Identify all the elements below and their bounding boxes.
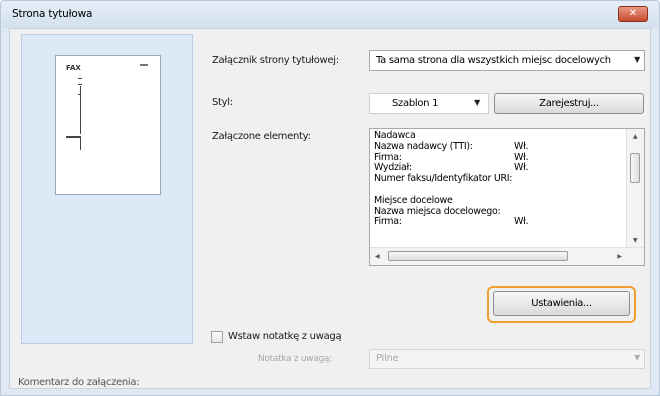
preview-text-line <box>78 94 81 95</box>
list-item-label: Firma: <box>374 216 402 228</box>
attached-items-list[interactable]: Nadawca Nazwa nadawcy (TTI): Wł. Firma: Wł. W… <box>369 128 645 266</box>
note-label: Notatka z uwagą: <box>258 354 332 364</box>
preview-text-line <box>78 78 82 79</box>
preview-text-line <box>80 136 81 150</box>
scroll-up-icon[interactable]: ▲ <box>633 133 638 140</box>
title-bar: Strona tytułowa ✕ <box>2 2 658 28</box>
register-button[interactable]: Zarejestruj... <box>494 93 644 114</box>
window-title: Strona tytułowa <box>12 8 93 20</box>
attach-label: Załącznik strony tytułowej: <box>212 55 339 66</box>
preview-text-line <box>80 100 81 134</box>
list-item-label: Numer faksu/Identyfikator URI: <box>374 173 513 185</box>
vertical-scrollbar[interactable]: ▲ ▼ <box>626 129 644 248</box>
chevron-down-icon: ▼ <box>634 55 640 64</box>
list-item-label: Firma: <box>374 151 402 163</box>
list-item-label: Nazwa miejsca docelowego: <box>374 205 501 217</box>
chevron-down-icon: ▼ <box>634 353 640 362</box>
preview-fax-heading: FAX <box>66 64 81 72</box>
close-button[interactable]: ✕ <box>618 6 648 22</box>
horizontal-scroll-thumb[interactable] <box>388 251 568 261</box>
note-checkbox-label: Wstaw notatkę z uwagą <box>228 331 342 342</box>
attached-items-label: Załączone elementy: <box>212 131 311 142</box>
list-item-value: Wł. <box>514 140 529 152</box>
list-item: Nazwa nadawcy (TTI): Wł. <box>374 140 622 153</box>
chevron-down-icon: ▼ <box>474 98 480 107</box>
list-item-label: Miejsce docelowe <box>374 194 453 206</box>
list-item-label: Nadawca <box>374 130 416 141</box>
preview-date-line <box>140 64 148 66</box>
style-select[interactable]: Szablon 1 ▼ <box>369 93 489 114</box>
preview-page-thumbnail: FAX <box>55 55 161 195</box>
comment-label: Komentarz do załączenia: <box>18 377 140 388</box>
list-item: Nazwa miejsca docelowego: <box>374 205 622 218</box>
note-checkbox[interactable] <box>211 331 223 343</box>
list-item-value: Wł. <box>514 162 529 174</box>
settings-button[interactable]: Ustawienia... <box>493 291 630 316</box>
cover-page-preview: FAX <box>21 34 193 344</box>
preview-text-line <box>78 84 82 85</box>
vertical-scroll-thumb[interactable] <box>630 153 640 183</box>
style-select-value: Szablon 1 <box>392 98 439 109</box>
list-item: Firma: Wł. <box>374 216 622 228</box>
scroll-down-icon[interactable]: ▼ <box>633 237 638 244</box>
scroll-left-icon[interactable]: ◀ <box>375 253 380 260</box>
horizontal-scrollbar[interactable]: ◀ ▶ <box>370 247 644 265</box>
scroll-right-icon[interactable]: ▶ <box>617 253 622 260</box>
note-select-value: Pilne <box>376 353 399 364</box>
preview-text-line <box>66 136 81 138</box>
close-icon: ✕ <box>628 8 638 19</box>
attached-items-content: Nadawca Nazwa nadawcy (TTI): Wł. Firma: Wł. W… <box>374 130 622 228</box>
style-label: Styl: <box>212 97 233 108</box>
list-item: Numer faksu/Identyfikator URI: <box>374 173 622 185</box>
list-item-value: Wł. <box>514 216 529 228</box>
attach-select[interactable]: Ta sama strona dla wszystkich miejsc doc… <box>369 50 645 71</box>
attach-select-value: Ta sama strona dla wszystkich miejsc doc… <box>376 55 611 66</box>
list-item-label: Nazwa nadawcy (TTI): <box>374 140 473 152</box>
list-item-label: Wydział: <box>374 162 412 174</box>
note-select[interactable]: Pilne ▼ <box>369 349 645 369</box>
